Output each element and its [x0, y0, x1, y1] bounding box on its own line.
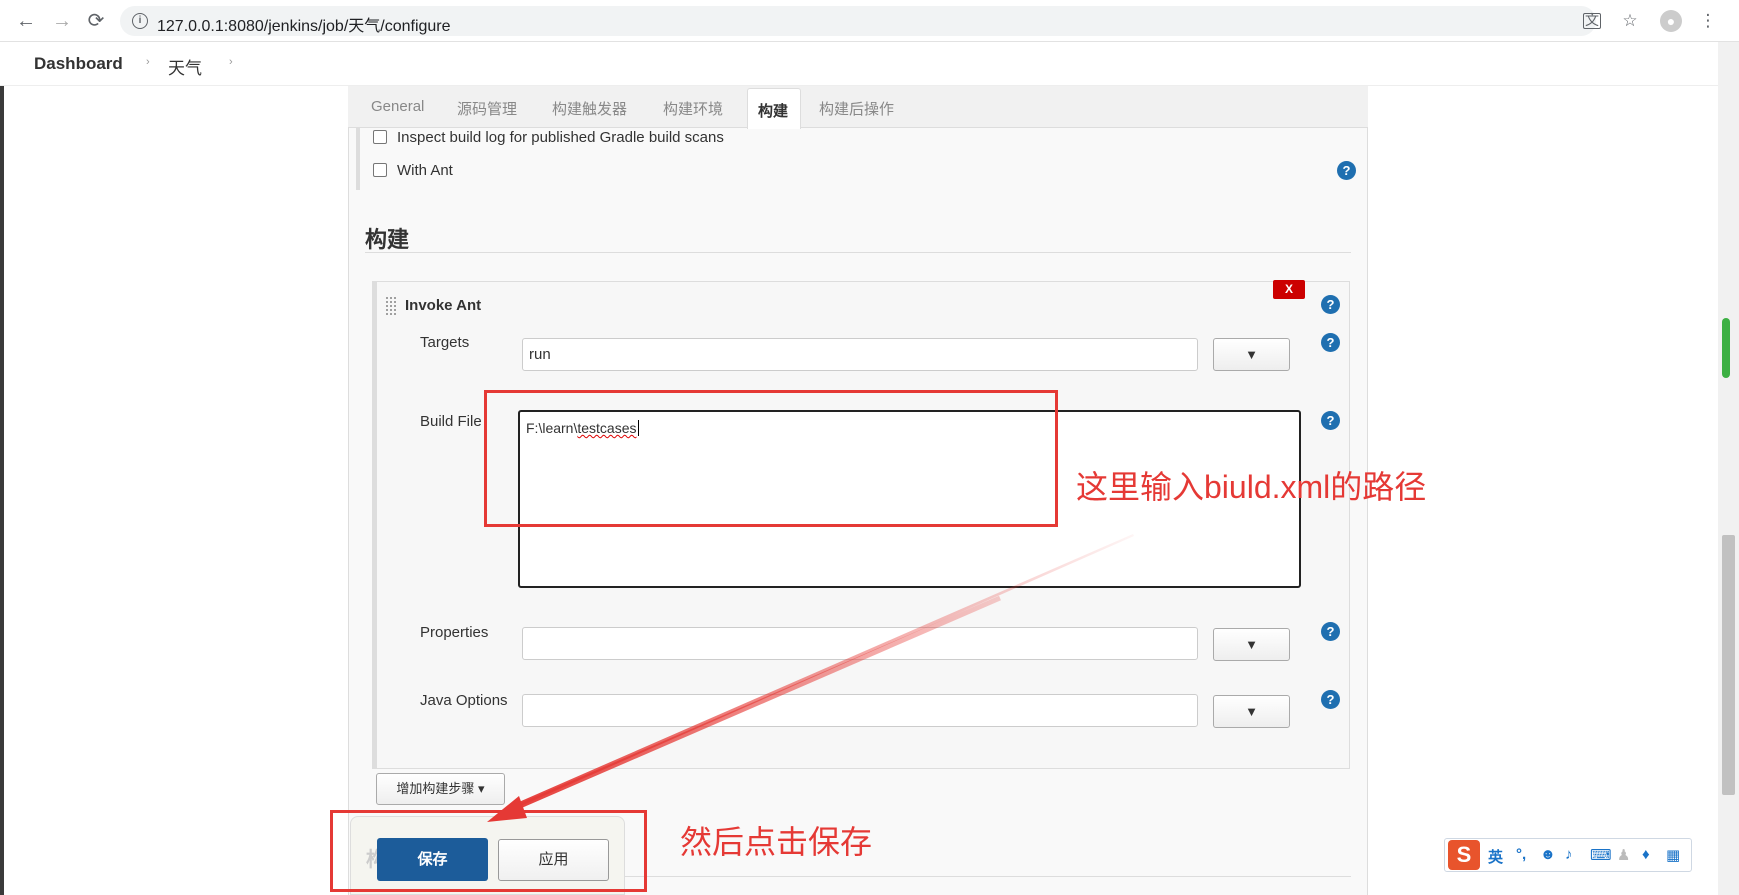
punctuation-icon[interactable]: °,	[1516, 846, 1526, 863]
keyboard-icon[interactable]: ⌨	[1590, 846, 1612, 864]
grid-icon[interactable]: ▦	[1666, 846, 1680, 864]
skin-icon[interactable]: ♦	[1642, 846, 1650, 863]
user-icon[interactable]: ♟	[1617, 846, 1630, 864]
sogou-logo-icon[interactable]: S	[1448, 840, 1480, 870]
annotation-arrow	[487, 534, 1134, 822]
microphone-icon[interactable]: ♪	[1565, 846, 1573, 863]
emoji-icon[interactable]: ☻	[1540, 846, 1556, 863]
ime-language-toggle[interactable]: 英	[1488, 846, 1503, 867]
